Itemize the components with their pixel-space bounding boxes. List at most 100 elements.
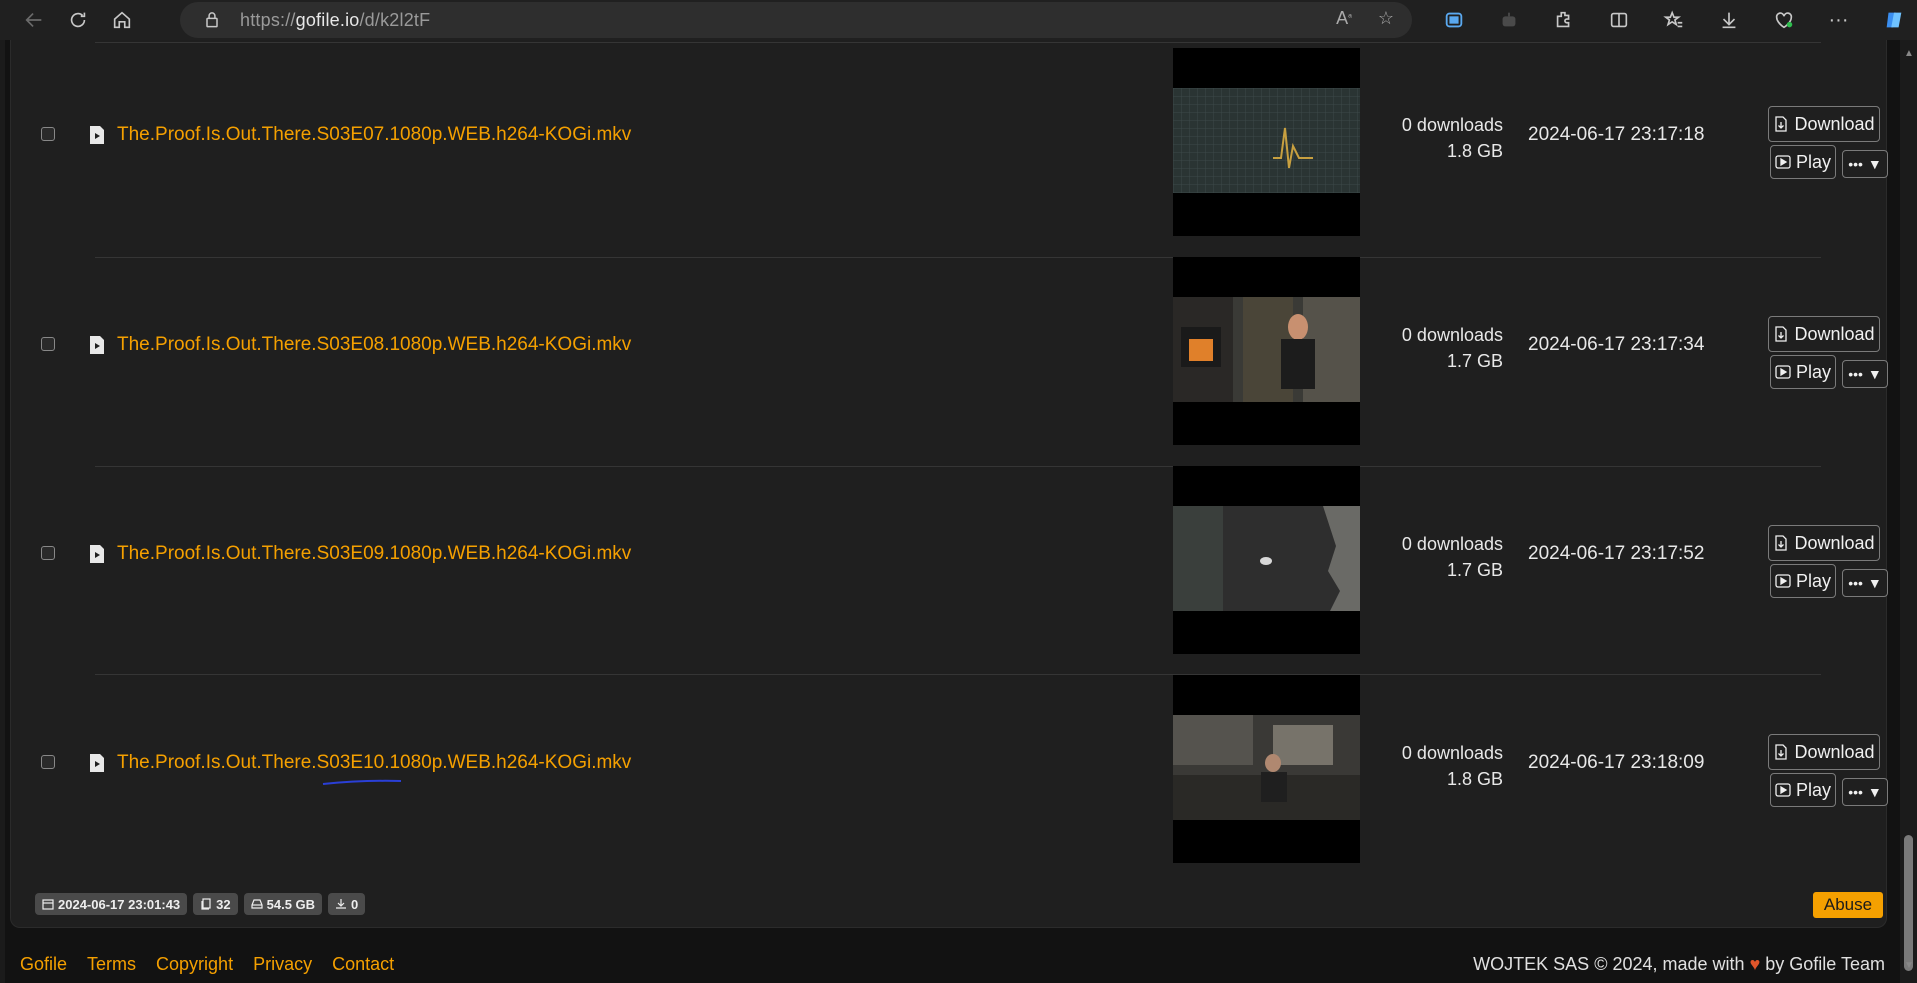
scroll-down-arrow-icon[interactable]: ▼ — [1904, 960, 1914, 971]
table-row: The.Proof.Is.Out.There.S03E09.1080p.WEB.… — [11, 466, 1888, 674]
created-date-badge: 2024-06-17 23:01:43 — [35, 893, 188, 915]
download-file-icon — [1775, 116, 1788, 132]
split-screen-icon[interactable] — [1591, 0, 1646, 40]
download-button[interactable]: Download — [1768, 106, 1880, 142]
more-menu-icon[interactable]: ··· — [1811, 0, 1866, 40]
file-name-link[interactable]: The.Proof.Is.Out.There.S03E08.1080p.WEB.… — [117, 334, 631, 356]
play-icon — [1775, 783, 1791, 797]
browser-essentials-icon[interactable] — [1756, 0, 1811, 40]
download-file-icon — [1775, 744, 1788, 760]
video-file-icon — [90, 754, 104, 772]
file-name-link[interactable]: The.Proof.Is.Out.There.S03E10.1080p.WEB.… — [117, 752, 631, 774]
arrow-left-icon — [25, 12, 42, 28]
video-thumbnail[interactable] — [1173, 675, 1360, 863]
scroll-up-arrow-icon[interactable]: ▲ — [1904, 48, 1914, 59]
video-thumbnail[interactable] — [1173, 48, 1360, 236]
home-button[interactable] — [100, 0, 144, 40]
refresh-button[interactable] — [56, 0, 100, 40]
download-file-icon — [1775, 326, 1788, 342]
home-icon — [113, 11, 131, 29]
footer-link-privacy[interactable]: Privacy — [253, 954, 312, 975]
caret-down-icon: ▼ — [1867, 784, 1882, 800]
caret-down-icon: ▼ — [1867, 575, 1882, 591]
copilot-icon[interactable] — [1866, 0, 1917, 40]
download-icon — [336, 899, 347, 909]
back-button[interactable] — [12, 0, 56, 40]
screenshot-icon[interactable] — [1426, 0, 1481, 40]
download-file-icon — [1775, 535, 1788, 551]
download-stats: 0 downloads 1.7 GB — [1401, 534, 1503, 580]
favorites-icon[interactable] — [1646, 0, 1701, 40]
table-row: The.Proof.Is.Out.There.S03E07.1080p.WEB.… — [11, 48, 1888, 256]
video-thumbnail[interactable] — [1173, 466, 1360, 654]
file-name-link[interactable]: The.Proof.Is.Out.There.S03E09.1080p.WEB.… — [117, 543, 631, 565]
play-icon — [1775, 155, 1791, 169]
play-button[interactable]: Play — [1770, 773, 1836, 807]
file-name-link[interactable]: The.Proof.Is.Out.There.S03E07.1080p.WEB.… — [117, 124, 631, 146]
footer-link-gofile[interactable]: Gofile — [20, 954, 67, 975]
play-icon — [1775, 365, 1791, 379]
row-divider — [95, 42, 1821, 43]
video-file-icon — [90, 336, 104, 354]
row-checkbox[interactable] — [41, 755, 55, 769]
download-button[interactable]: Download — [1768, 316, 1880, 352]
more-options-button[interactable]: ••• ▼ — [1842, 569, 1888, 597]
heart-icon: ♥ — [1749, 954, 1761, 974]
video-file-icon — [90, 126, 104, 144]
upload-date: 2024-06-17 23:17:34 — [1528, 334, 1705, 355]
caret-down-icon: ▼ — [1867, 156, 1882, 172]
folder-stats: 2024-06-17 23:01:43 32 54.5 GB 0 — [35, 893, 366, 915]
extensions-icon[interactable] — [1536, 0, 1591, 40]
footer-link-contact[interactable]: Contact — [332, 954, 394, 975]
download-button[interactable]: Download — [1768, 525, 1880, 561]
file-list-card: The.Proof.Is.Out.There.S03E07.1080p.WEB.… — [10, 40, 1888, 928]
download-stats: 0 downloads 1.8 GB — [1401, 115, 1503, 161]
star-icon[interactable]: ☆ — [1378, 8, 1394, 29]
footer-link-terms[interactable]: Terms — [87, 954, 136, 975]
robot-extension-icon[interactable] — [1481, 0, 1536, 40]
download-button[interactable]: Download — [1768, 734, 1880, 770]
upload-date: 2024-06-17 23:18:09 — [1528, 752, 1705, 773]
refresh-icon — [70, 12, 86, 28]
row-checkbox[interactable] — [41, 337, 55, 351]
calendar-icon — [42, 899, 54, 910]
upload-date: 2024-06-17 23:17:18 — [1528, 124, 1705, 145]
scrollbar-thumb[interactable] — [1904, 835, 1913, 971]
upload-date: 2024-06-17 23:17:52 — [1528, 543, 1705, 564]
video-file-icon — [90, 545, 104, 563]
footer-link-copyright[interactable]: Copyright — [156, 954, 233, 975]
page-footer: Gofile Terms Copyright Privacy Contact W… — [5, 945, 1900, 983]
play-button[interactable]: Play — [1770, 355, 1836, 389]
browser-toolbar: https://gofile.io/d/k2l2tF Aₐ ☆ ··· — [0, 0, 1917, 40]
table-row: The.Proof.Is.Out.There.S03E10.1080p.WEB.… — [11, 674, 1888, 882]
files-icon — [201, 898, 211, 910]
play-button[interactable]: Play — [1770, 145, 1836, 179]
video-thumbnail[interactable] — [1173, 257, 1360, 445]
url-text: https://gofile.io/d/k2l2tF — [240, 9, 431, 30]
read-aloud-icon[interactable]: Aₐ — [1336, 8, 1352, 29]
page-content: The.Proof.Is.Out.There.S03E07.1080p.WEB.… — [5, 40, 1900, 983]
abuse-button[interactable]: Abuse — [1813, 892, 1883, 918]
lock-icon — [206, 12, 218, 28]
caret-down-icon: ▼ — [1867, 366, 1882, 382]
download-stats: 0 downloads 1.8 GB — [1401, 743, 1503, 789]
hard-drive-icon — [251, 899, 263, 909]
downloads-count-badge: 0 — [328, 893, 366, 915]
annotation-underline — [322, 779, 402, 785]
footer-credit: WOJTEK SAS © 2024, made with ♥ by Gofile… — [1473, 954, 1885, 974]
address-bar[interactable]: https://gofile.io/d/k2l2tF Aₐ ☆ — [180, 2, 1412, 38]
total-size-badge: 54.5 GB — [243, 893, 323, 915]
footer-links: Gofile Terms Copyright Privacy Contact — [20, 954, 394, 975]
downloads-icon[interactable] — [1701, 0, 1756, 40]
more-options-button[interactable]: ••• ▼ — [1842, 778, 1888, 806]
row-checkbox[interactable] — [41, 546, 55, 560]
play-icon — [1775, 574, 1791, 588]
file-count-badge: 32 — [193, 893, 238, 915]
play-button[interactable]: Play — [1770, 564, 1836, 598]
download-stats: 0 downloads 1.7 GB — [1401, 325, 1503, 371]
table-row: The.Proof.Is.Out.There.S03E08.1080p.WEB.… — [11, 257, 1888, 465]
row-checkbox[interactable] — [41, 127, 55, 141]
more-options-button[interactable]: ••• ▼ — [1842, 360, 1888, 388]
page-scrollbar[interactable]: ▲ ▼ — [1900, 40, 1917, 983]
more-options-button[interactable]: ••• ▼ — [1842, 150, 1888, 178]
